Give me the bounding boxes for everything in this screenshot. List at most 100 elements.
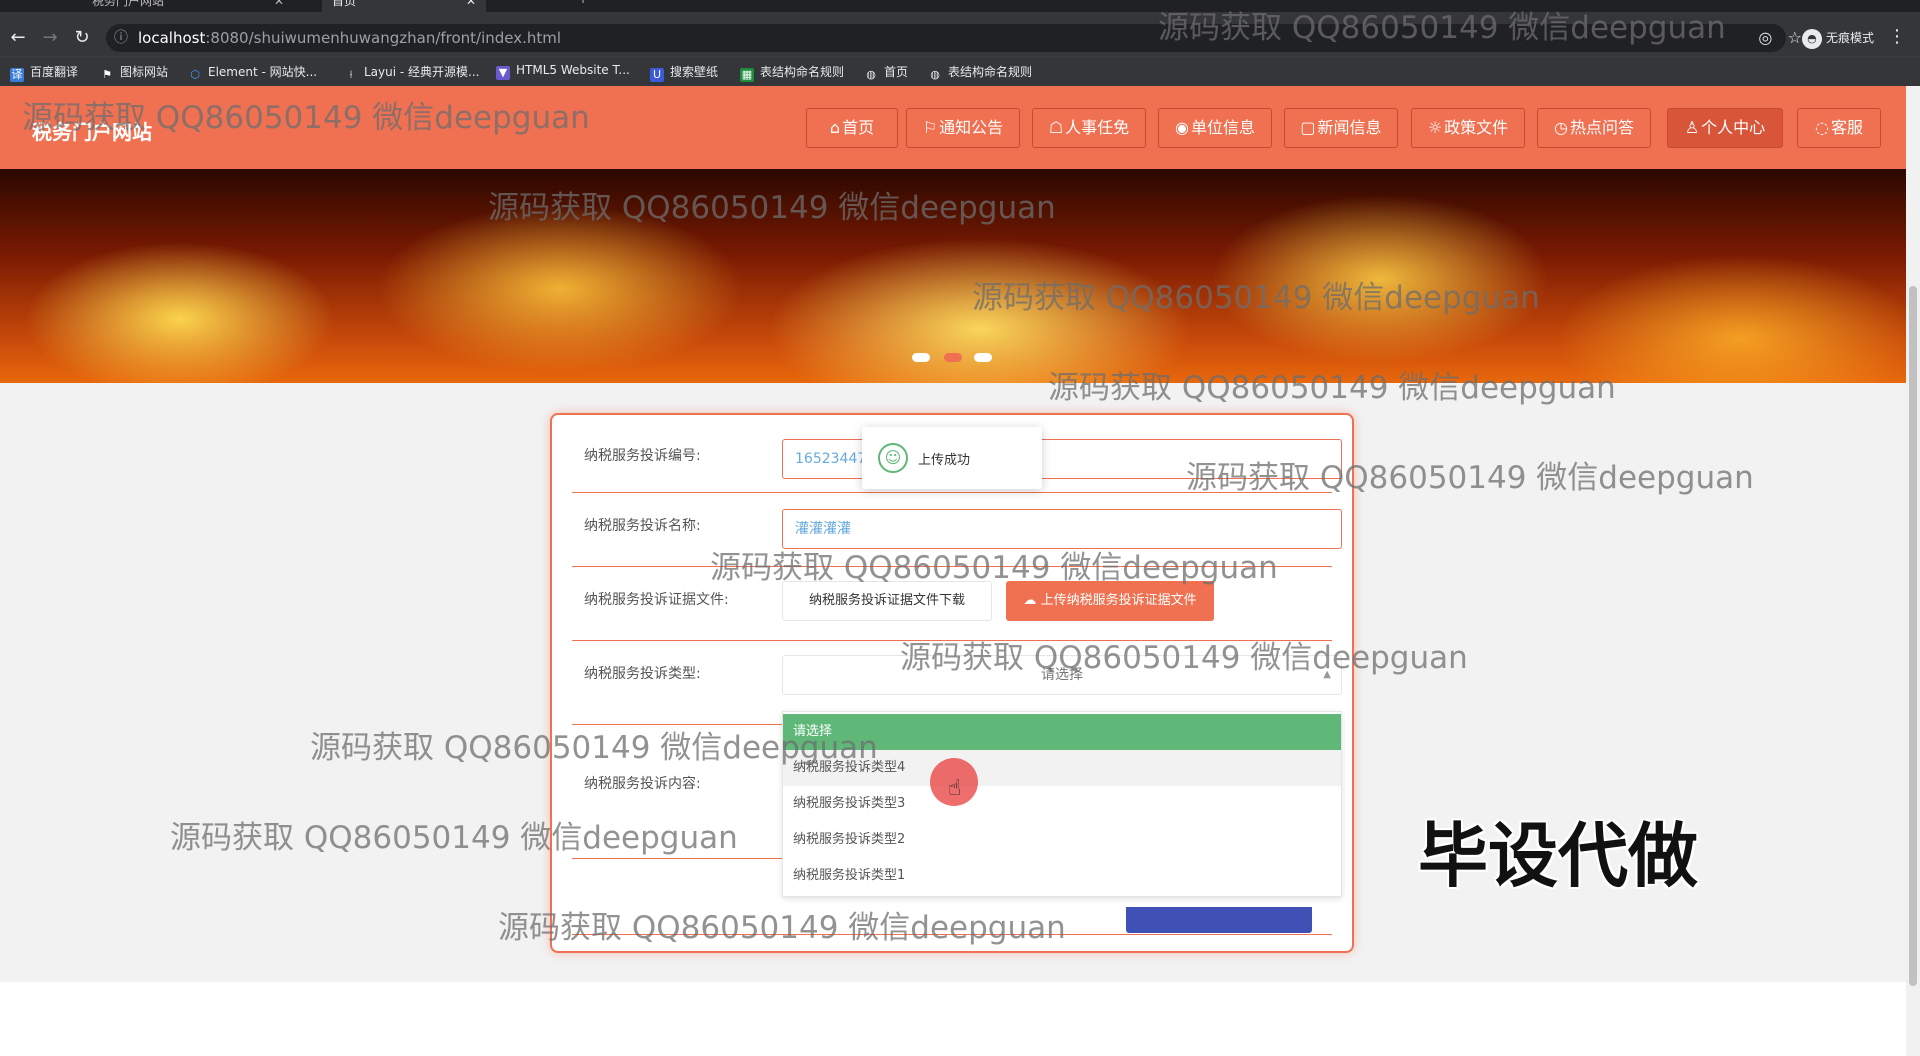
watermark-text: 源码获取 QQ86050149 微信deepguan <box>170 820 738 856</box>
star-icon[interactable]: ☆ <box>1788 28 1802 47</box>
nav-label: 热点问答 <box>1569 118 1634 137</box>
number-label: 纳税服务投诉编号: <box>584 448 701 464</box>
bookmark-label: HTML5 Website T... <box>516 63 630 77</box>
tab-tax-portal[interactable]: 税务门户网站 ✕ <box>92 0 284 12</box>
toast-message: 上传成功 <box>918 453 971 468</box>
bookmark-item[interactable]: ◍ 首页 <box>864 63 908 82</box>
watermark-text: 源码获取 QQ86050149 微信deepguan <box>1158 10 1726 46</box>
bookmark-label: Layui - 经典开源模... <box>364 65 480 79</box>
watermark-text: 源码获取 QQ86050149 微信deepguan <box>1048 370 1616 406</box>
watermark-text: 源码获取 QQ86050149 微信deepguan <box>710 550 1278 586</box>
nav-label: 客服 <box>1830 118 1863 137</box>
scrollbar-thumb[interactable] <box>1909 286 1917 986</box>
nav-home[interactable]: ⌂ 首页 <box>806 108 898 148</box>
nav-label: 通知公告 <box>939 118 1004 137</box>
nav-customer-service[interactable]: ◌ 客服 <box>1797 108 1881 148</box>
bookmark-item[interactable]: ▦ 表结构命名规则 <box>740 63 844 82</box>
watermark-text: 源码获取 QQ86050149 微信deepguan <box>972 280 1540 316</box>
bookmark-label: 表结构命名规则 <box>760 65 845 79</box>
personnel-icon: ☖ <box>1048 118 1064 137</box>
bookmark-label: 首页 <box>884 65 909 79</box>
type-label: 纳税服务投诉类型: <box>584 666 701 682</box>
bookmark-label: 图标网站 <box>120 65 169 79</box>
service-icon: ◌ <box>1815 118 1829 137</box>
incognito-icon: ◓ <box>1801 28 1822 49</box>
unit-icon: ◉ <box>1175 118 1189 137</box>
carousel-dot[interactable] <box>974 353 992 362</box>
url-path: :8080/shuiwumenhuwangzhan/front/index.ht… <box>205 29 562 47</box>
carousel-dot-active[interactable] <box>944 353 962 362</box>
close-icon[interactable]: ✕ <box>466 0 476 8</box>
bookmark-item[interactable]: ⚑ 图标网站 <box>100 63 168 82</box>
watermark-big-text: 毕设代做 <box>1418 815 1698 897</box>
submit-button[interactable] <box>1126 907 1312 933</box>
bookmark-item[interactable]: ⟊ Layui - 经典开源模... <box>344 63 480 82</box>
more-menu-icon[interactable]: ⋮ <box>1888 26 1906 47</box>
nav-units[interactable]: ◉ 单位信息 <box>1158 108 1272 148</box>
nav-label: 首页 <box>842 118 875 137</box>
info-icon[interactable]: ⓘ <box>114 24 128 52</box>
carousel-dot[interactable] <box>912 353 930 362</box>
bookmarks-bar: 译百度翻译 ⚑ 图标网站 ⬡ Element - 网站快... ⟊ Layui - 经… <box>0 56 1920 86</box>
dropdown-option[interactable]: 纳税服务投诉类型1 <box>783 858 1341 894</box>
file-label: 纳税服务投诉证据文件: <box>584 592 729 608</box>
globe-icon: ◍ <box>930 68 940 81</box>
new-tab-button[interactable]: + <box>578 0 588 12</box>
wallpaper-icon: U <box>650 68 664 82</box>
smile-icon: ☺ <box>878 443 908 473</box>
back-arrow-icon[interactable]: ← <box>6 26 30 50</box>
nav-personnel[interactable]: ☖ 人事任免 <box>1032 108 1146 148</box>
sheet-icon: ▦ <box>740 68 754 82</box>
watermark-text: 源码获取 QQ86050149 微信deepguan <box>310 730 878 766</box>
nav-faq[interactable]: ◷ 热点问答 <box>1537 108 1651 148</box>
nav-label: 人事任免 <box>1065 118 1130 137</box>
nav-notices[interactable]: ⚐ 通知公告 <box>906 108 1020 148</box>
home-icon: ⌂ <box>829 118 841 137</box>
nav-label: 新闻信息 <box>1317 118 1382 137</box>
name-label: 纳税服务投诉名称: <box>584 518 701 534</box>
nav-personal-center[interactable]: ♙ 个人中心 <box>1667 108 1783 148</box>
incognito-indicator[interactable]: ◓ 无痕模式 <box>1801 26 1874 50</box>
nav-policies[interactable]: ☼ 政策文件 <box>1411 108 1525 148</box>
bookmark-item[interactable]: ◍ 表结构命名规则 <box>928 63 1032 82</box>
translate-icon: 译 <box>10 68 24 82</box>
nav-label: 单位信息 <box>1190 118 1255 137</box>
flag-icon: ⚑ <box>102 68 112 81</box>
watermark-text: 源码获取 QQ86050149 微信deepguan <box>1186 460 1754 496</box>
tab-home[interactable]: 首页 ✕ <box>322 0 487 12</box>
page-footer <box>0 982 1906 1056</box>
close-icon[interactable]: ✕ <box>274 0 284 8</box>
element-icon: ⬡ <box>190 68 200 81</box>
bookmark-item[interactable]: ⬡ Element - 网站快... <box>188 63 317 82</box>
upload-label: 上传纳税服务投诉证据文件 <box>1040 593 1197 608</box>
bookmark-label: 搜索壁纸 <box>670 65 719 79</box>
bookmark-label: Element - 网站快... <box>208 65 318 79</box>
reload-icon[interactable]: ↻ <box>70 26 94 50</box>
tab-label: 税务门户网站 <box>92 0 165 8</box>
page-scrollbar[interactable] <box>1906 86 1920 1056</box>
watermark-text: 源码获取 QQ86050149 微信deepguan <box>900 640 1468 676</box>
upload-evidence-button[interactable]: ☁ 上传纳税服务投诉证据文件 <box>1006 581 1214 621</box>
nav-label: 个人中心 <box>1701 118 1766 137</box>
bookmark-label: 表结构命名规则 <box>948 65 1033 79</box>
omnibox-actions: ◎ ☆ <box>1758 24 1802 52</box>
hand-cursor-icon: ☝ <box>948 776 962 801</box>
bookmark-item[interactable]: ▼ HTML5 Website T... <box>496 63 630 80</box>
dropdown-option[interactable]: 纳税服务投诉类型2 <box>783 822 1341 858</box>
dropdown-option[interactable]: 纳税服务投诉类型3 <box>783 786 1341 822</box>
incognito-label: 无痕模式 <box>1825 31 1874 45</box>
watermark-text: 源码获取 QQ86050149 微信deepguan <box>488 190 1056 226</box>
flag-icon: ⚐ <box>922 118 938 137</box>
nav-label: 政策文件 <box>1444 118 1509 137</box>
bookmark-item[interactable]: 译百度翻译 <box>10 63 78 82</box>
globe-icon: ◍ <box>866 68 876 81</box>
tab-label: 首页 <box>332 0 357 8</box>
forward-arrow-icon[interactable]: → <box>38 26 62 50</box>
watermark-text: 源码获取 QQ86050149 微信deepguan <box>498 910 1066 946</box>
policy-icon: ☼ <box>1427 118 1443 137</box>
bookmark-item[interactable]: U 搜索壁纸 <box>650 63 718 82</box>
eye-off-icon[interactable]: ◎ <box>1758 28 1772 47</box>
download-evidence-button[interactable]: 纳税服务投诉证据文件下载 <box>782 581 992 621</box>
upload-success-toast: ☺ 上传成功 <box>862 427 1042 489</box>
nav-news[interactable]: ▢ 新闻信息 <box>1284 108 1398 148</box>
